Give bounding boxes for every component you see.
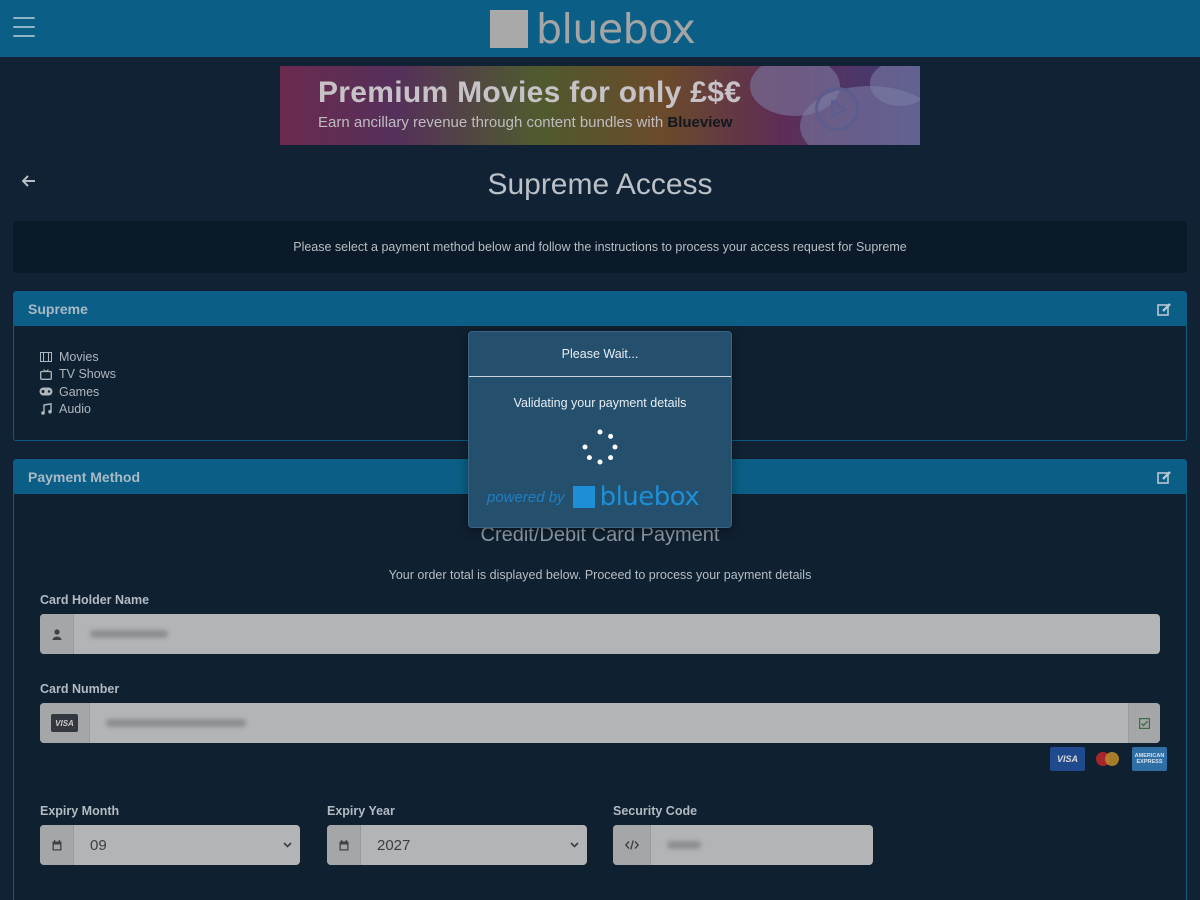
promo-banner[interactable]: Premium Movies for only £$€ Earn ancilla… [280,66,920,145]
bluebox-logo[interactable]: bluebox [490,5,696,53]
logo-text: bluebox [536,5,696,53]
banner-subtitle: Earn ancillary revenue through content b… [318,114,732,131]
feature-label: Movies [59,349,99,364]
chevron-down-icon [274,825,300,865]
package-panel-title: Supreme [28,301,88,317]
expiry-year-select[interactable]: 2027 [327,825,587,865]
card-holder-label: Card Holder Name [40,593,150,607]
info-text: Please select a payment method below and… [293,240,907,254]
accepted-cards: VISA AMERICAN EXPRESS [1050,747,1167,771]
card-holder-field[interactable] [40,614,1160,654]
logo-square-icon [490,10,528,48]
hamburger-menu-icon[interactable] [13,17,35,37]
card-holder-input[interactable] [74,614,1160,654]
check-square-icon [1128,703,1160,743]
security-code-input[interactable] [651,825,873,865]
powered-by-text: powered by [487,488,565,506]
amex-logo-icon: AMERICAN EXPRESS [1132,747,1167,771]
film-icon [39,351,53,363]
card-number-field[interactable]: VISA [40,703,1160,743]
security-code-label: Security Code [613,804,698,818]
page-title: Supreme Access [487,168,713,201]
expiry-year-label: Expiry Year [327,804,395,818]
user-icon [40,614,74,654]
mastercard-logo-icon [1091,747,1126,771]
expiry-month-select[interactable]: 09 [40,825,300,865]
banner-brand: Blueview [667,114,733,131]
powered-by-brand: bluebox [599,482,700,512]
edit-icon[interactable] [1156,301,1172,317]
chevron-down-icon [561,825,587,865]
top-bar: bluebox [0,0,1200,57]
feature-label: Audio [59,402,91,417]
calendar-icon [327,825,361,865]
redacted-value [106,719,246,727]
visa-card-icon: VISA [51,714,78,732]
redacted-value [667,841,701,849]
powered-by-logo: powered by bluebox [487,482,700,512]
gamepad-icon [39,386,53,398]
payment-panel-title: Payment Method [28,469,141,485]
card-number-label: Card Number [40,682,120,696]
expiry-month-value: 09 [90,836,107,854]
package-panel-header: Supreme [14,292,1186,326]
security-code-field[interactable] [613,825,873,865]
card-type-addon: VISA [40,703,90,743]
loading-spinner-icon [582,429,618,465]
visa-logo-icon: VISA [1050,747,1085,771]
feature-label: Games [59,384,100,399]
banner-title: Premium Movies for only £$€ [318,76,742,109]
info-message: Please select a payment method below and… [13,221,1187,273]
expiry-year-value: 2027 [377,836,411,854]
calendar-icon [40,825,74,865]
code-icon [613,825,651,865]
play-icon [815,87,859,131]
payment-method-subtitle: Your order total is displayed below. Pro… [388,568,812,582]
expiry-month-label: Expiry Month [40,804,120,818]
modal-title: Please Wait... [469,332,731,377]
tv-icon [39,368,53,380]
redacted-value [90,630,168,638]
edit-icon[interactable] [1156,469,1172,485]
please-wait-modal: Please Wait... Validating your payment d… [468,331,732,528]
feature-label: TV Shows [59,367,116,382]
modal-message: Validating your payment details [513,396,687,410]
music-icon [39,403,53,416]
logo-square-icon [572,486,595,508]
banner-subtitle-text: Earn ancillary revenue through content b… [318,114,668,131]
card-number-input[interactable] [90,703,1128,743]
